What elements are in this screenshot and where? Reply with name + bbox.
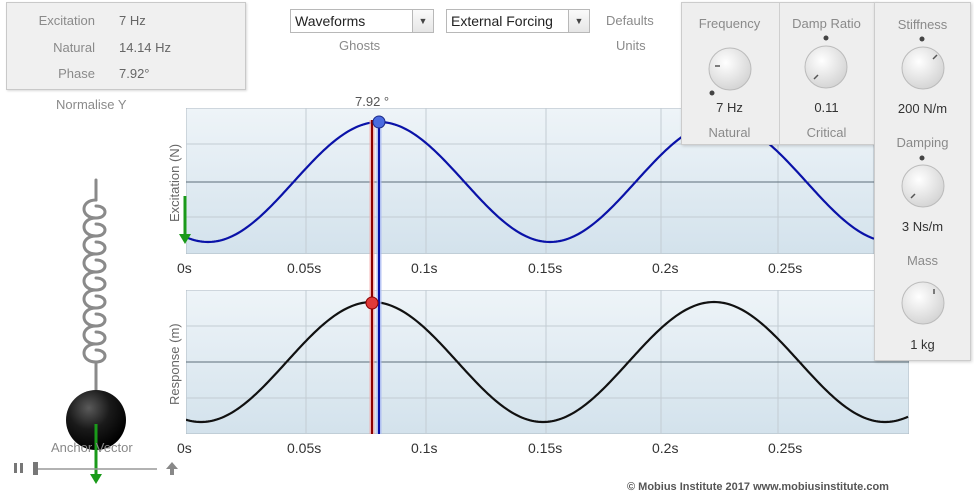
frequency-value: 7 Hz — [716, 100, 743, 115]
excitation-xtick: 0s — [177, 260, 192, 276]
response-plot — [186, 290, 909, 434]
max-indicator-dot — [823, 35, 829, 41]
natural-label: Natural — [53, 40, 95, 55]
damping-knob[interactable] — [900, 163, 946, 209]
pause-icon[interactable] — [14, 463, 23, 473]
max-indicator-dot — [919, 36, 925, 42]
chevron-down-icon[interactable]: ▼ — [568, 10, 589, 32]
max-indicator-dot — [919, 155, 925, 161]
response-xtick: 0.25s — [768, 440, 803, 456]
response-xtick: 0.1s — [411, 440, 438, 456]
frequency-knob[interactable] — [707, 46, 753, 92]
copyright-text: © Mobius Institute 2017 www.mobiusinstit… — [627, 481, 889, 493]
excitation-xtick: 0.15s — [528, 260, 563, 276]
waveforms-dropdown[interactable]: Waveforms ▼ — [290, 9, 434, 33]
system-params-panel: Stiffness 200 N/m Damping 3 Ns/m Mass 1 … — [874, 2, 971, 361]
frequency-title: Frequency — [698, 16, 761, 31]
phase-marker-label: 7.92 ° — [355, 94, 390, 109]
ghosts-button[interactable]: Ghosts — [339, 38, 380, 53]
excitation-xtick: 0.2s — [652, 260, 679, 276]
damp-ratio-knob[interactable] — [803, 44, 849, 90]
excitation-xtick: 0.25s — [768, 260, 803, 276]
phase-value: 7.92° — [119, 66, 150, 81]
natural-button[interactable]: Natural — [681, 125, 778, 140]
response-xtick: 0.15s — [528, 440, 563, 456]
damping-title: Damping — [896, 135, 949, 150]
excitation-xtick: 0.05s — [287, 260, 322, 276]
up-arrow-icon[interactable] — [166, 462, 178, 475]
response-axis-title: Response (m) — [167, 323, 182, 405]
excitation-label: Excitation — [38, 13, 95, 28]
critical-button[interactable]: Critical — [778, 125, 875, 140]
stiffness-knob[interactable] — [900, 45, 946, 91]
units-button[interactable]: Units — [616, 38, 646, 53]
response-xtick: 0.05s — [287, 440, 322, 456]
mass-value: 1 kg — [910, 337, 935, 352]
natural-value: 14.14 Hz — [119, 40, 172, 55]
stiffness-title: Stiffness — [897, 17, 948, 32]
response-xtick: 0s — [177, 440, 192, 456]
min-indicator-dot — [709, 90, 715, 96]
damp-ratio-title: Damp Ratio — [792, 16, 861, 31]
response-xtick: 0.2s — [652, 440, 679, 456]
playback-controls — [14, 462, 178, 475]
damping-value: 3 Ns/m — [901, 219, 944, 234]
mass-knob[interactable] — [900, 280, 946, 326]
defaults-button[interactable]: Defaults — [606, 13, 654, 28]
excitation-value: 7 Hz — [119, 13, 146, 28]
stiffness-value: 200 N/m — [897, 101, 948, 116]
info-panel: Excitation 7 Hz Natural 14.14 Hz Phase 7… — [6, 2, 246, 90]
normalise-y-toggle[interactable]: Normalise Y — [56, 97, 127, 112]
anchor-vector-toggle[interactable]: Anchor Vector — [51, 440, 133, 455]
excitation-xtick: 0.1s — [411, 260, 438, 276]
phase-label: Phase — [58, 66, 95, 81]
waveforms-value: Waveforms — [295, 13, 366, 29]
spring-icon — [82, 178, 107, 392]
frequency-control: Frequency 7 Hz Natural — [681, 2, 778, 145]
mass-title: Mass — [906, 253, 939, 268]
speed-slider-handle[interactable] — [33, 462, 38, 475]
damp-ratio-control: Damp Ratio 0.11 Critical — [778, 2, 875, 145]
excitation-axis-title: Excitation (N) — [167, 143, 182, 222]
forcing-value: External Forcing — [451, 13, 553, 29]
chevron-down-icon[interactable]: ▼ — [412, 10, 433, 32]
damp-ratio-value: 0.11 — [814, 100, 839, 115]
forcing-dropdown[interactable]: External Forcing ▼ — [446, 9, 590, 33]
